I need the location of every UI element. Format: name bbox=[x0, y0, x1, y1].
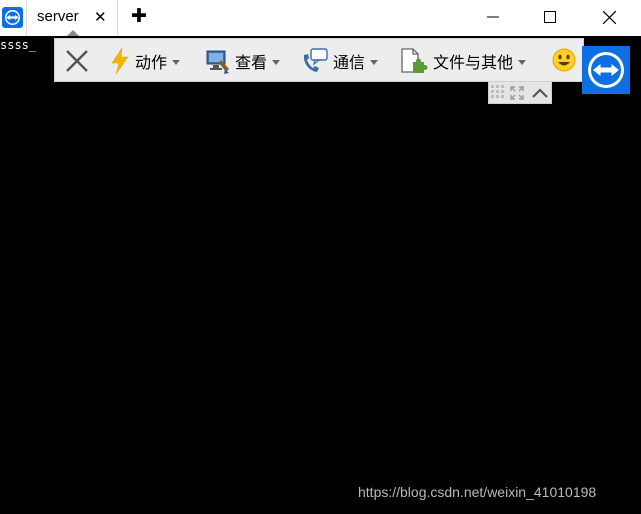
phone-chat-icon bbox=[303, 48, 328, 72]
fullscreen-icon[interactable] bbox=[510, 86, 524, 100]
file-puzzle-icon bbox=[401, 48, 428, 73]
lightning-icon bbox=[111, 47, 129, 75]
teamviewer-logo-icon bbox=[2, 7, 23, 28]
chevron-down-icon bbox=[370, 59, 379, 65]
close-icon bbox=[602, 10, 616, 24]
window-close-button[interactable] bbox=[586, 0, 632, 34]
terminal-output[interactable]: ssss_ bbox=[0, 37, 36, 53]
new-tab-button[interactable]: ✚ bbox=[131, 5, 147, 27]
chevron-down-icon bbox=[518, 59, 527, 65]
tab-server[interactable]: server ✕ bbox=[26, 0, 118, 36]
teamviewer-badge[interactable] bbox=[582, 46, 630, 94]
monitor-brush-icon bbox=[206, 50, 229, 74]
toolbar-view-menu[interactable]: 查看 bbox=[205, 45, 281, 77]
maximize-icon bbox=[544, 11, 556, 23]
watermark-url: https://blog.csdn.net/weixin_41010198 bbox=[358, 484, 597, 500]
maximize-button[interactable] bbox=[527, 0, 573, 34]
drag-grip-icon[interactable] bbox=[490, 84, 506, 102]
smiley-feedback-icon[interactable] bbox=[551, 47, 577, 73]
tab-label: server bbox=[37, 8, 79, 25]
toolbar-actions-menu[interactable]: 动作 bbox=[109, 45, 181, 77]
chevron-down-icon bbox=[272, 59, 281, 65]
minimize-icon bbox=[487, 16, 499, 18]
tab-close-icon[interactable]: ✕ bbox=[94, 8, 107, 26]
minimize-button[interactable] bbox=[470, 0, 516, 34]
close-session-icon[interactable] bbox=[63, 47, 91, 75]
toolbar-view-label: 查看 bbox=[235, 53, 268, 72]
title-bar: server ✕ ✚ bbox=[0, 0, 641, 36]
remote-toolbar: 动作 查看 通信 文件与其他 bbox=[54, 38, 584, 82]
chevron-down-icon bbox=[172, 59, 181, 65]
tab-active-indicator bbox=[67, 30, 79, 36]
toolbar-communicate-menu[interactable]: 通信 bbox=[301, 45, 379, 77]
toolbar-files-extras-menu[interactable]: 文件与其他 bbox=[399, 45, 527, 77]
toolbar-actions-label: 动作 bbox=[135, 53, 168, 72]
teamviewer-logo-icon bbox=[588, 52, 624, 88]
collapse-toolbar-icon[interactable] bbox=[531, 86, 549, 100]
toolbar-communicate-label: 通信 bbox=[333, 53, 366, 72]
toolbar-files-extras-label: 文件与其他 bbox=[433, 53, 514, 72]
toolbar-handle bbox=[488, 82, 552, 104]
